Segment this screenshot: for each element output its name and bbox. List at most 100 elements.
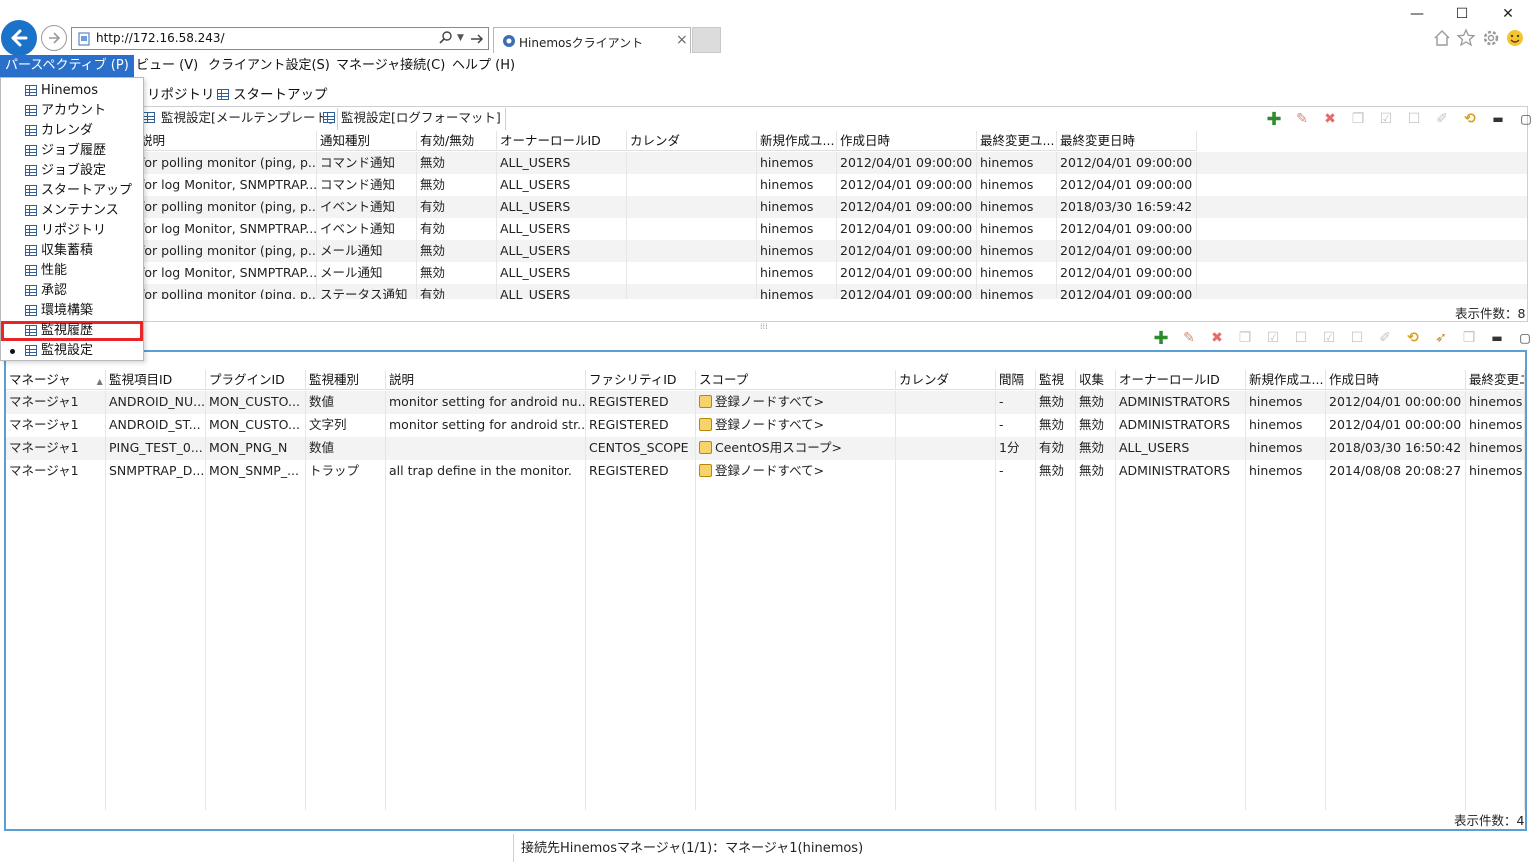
edit-pencil-icon[interactable]: ✎ — [1293, 110, 1311, 128]
search-icon[interactable] — [438, 30, 454, 46]
object-privilege-icon[interactable]: ✐ — [1433, 110, 1451, 128]
perspective-menu-item[interactable]: 承認 — [1, 281, 143, 301]
perspective-menu-item[interactable]: 監視設定 — [1, 341, 143, 361]
col-header[interactable]: 収集 — [1076, 370, 1116, 390]
perspective-menu-item[interactable]: リポジトリ — [1, 221, 143, 241]
col-header[interactable]: 説明 — [386, 370, 586, 390]
chevron-down-icon[interactable]: ▼ — [457, 33, 464, 43]
table-cell: for polling monitor (ping, p... — [137, 240, 317, 262]
add-icon[interactable]: ✚ — [1265, 109, 1283, 130]
disable-collect-icon[interactable]: ☐ — [1348, 329, 1366, 347]
perspective-menu-item[interactable]: Hinemos — [1, 81, 143, 101]
perspective-startup[interactable]: スタートアップ — [217, 83, 328, 103]
favorites-star-icon[interactable] — [1456, 28, 1476, 48]
col-header[interactable]: プラグインID — [206, 370, 306, 390]
back-button[interactable] — [1, 20, 37, 56]
table-row[interactable]: _FOR_POLLINGfor polling monitor (ping, p… — [1, 240, 1527, 262]
table-row[interactable]: _FOR_TRAPfor log Monitor, SNMPTRAP...メール… — [1, 262, 1527, 284]
perspective-menu-item[interactable]: アカウント — [1, 101, 143, 121]
col-header[interactable]: ファシリティID — [586, 370, 696, 390]
table-row[interactable]: マネージャ1 ANDROID_ST... MON_CUSTO... 文字列 monito… — [6, 414, 1525, 437]
delete-icon[interactable]: ✖ — [1208, 329, 1226, 347]
perspective-menu-item[interactable]: カレンダ — [1, 121, 143, 141]
col-header[interactable]: 最終変更ユ — [1466, 370, 1525, 390]
menu-help[interactable]: ヘルプ (H) — [447, 55, 520, 77]
enable-monitor-icon[interactable]: ☑ — [1264, 329, 1282, 347]
col-header[interactable]: 最終変更日時 — [1057, 131, 1197, 151]
col-header[interactable]: マネージャ ▲ — [6, 370, 106, 390]
perspective-menu-item[interactable]: 収集蓄積 — [1, 241, 143, 261]
delete-icon[interactable]: ✖ — [1321, 110, 1339, 128]
col-header[interactable]: 新規作成ユ... — [1246, 370, 1326, 390]
col-header[interactable]: スコープ — [696, 370, 896, 390]
col-header[interactable]: 監視項目ID — [106, 370, 206, 390]
col-header[interactable]: カレンダ — [627, 131, 757, 151]
filter-icon[interactable]: ❒ — [1460, 329, 1478, 347]
col-header[interactable]: 最終変更ユ... — [977, 131, 1057, 151]
address-bar[interactable]: http://172.16.58.243/ ▼ — [71, 27, 489, 50]
perspective-menu-item[interactable]: メンテナンス — [1, 201, 143, 221]
browser-tab[interactable]: Hinemosクライアント × — [493, 27, 691, 53]
col-header[interactable]: 有効/無効 — [417, 131, 497, 151]
perspective-menu-item[interactable]: ジョブ履歴 — [1, 141, 143, 161]
copy-icon[interactable]: ❐ — [1349, 110, 1367, 128]
table-row[interactable]: T_FOR_POLLINGfor polling monitor (ping, … — [1, 196, 1527, 218]
menu-perspective[interactable]: パースペクティブ (P) — [0, 55, 134, 77]
table-row[interactable]: マネージャ1 SNMPTRAP_D... MON_SNMP_... トラップ all t… — [6, 460, 1525, 483]
col-header[interactable]: 新規作成ユ... — [757, 131, 837, 151]
enable-check-icon[interactable]: ☑ — [1377, 110, 1395, 128]
tab-log-format[interactable]: 監視設定[ログフォーマット] — [317, 108, 506, 130]
go-arrow-icon[interactable] — [469, 31, 485, 47]
copy-icon[interactable]: ❐ — [1236, 329, 1254, 347]
col-header[interactable]: カレンダ — [896, 370, 996, 390]
col-header[interactable]: 間隔 — [996, 370, 1036, 390]
col-header[interactable]: 監視 — [1036, 370, 1076, 390]
col-header[interactable]: 説明 — [137, 131, 317, 151]
col-header[interactable]: 通知種別 — [317, 131, 417, 151]
refresh-icon[interactable]: ⟲ — [1461, 110, 1479, 128]
smiley-feedback-icon[interactable] — [1505, 28, 1525, 48]
edit-pencil-icon[interactable]: ✎ — [1180, 329, 1198, 347]
gear-icon[interactable] — [1481, 28, 1501, 48]
col-header[interactable]: オーナーロールID — [1116, 370, 1246, 390]
perspective-menu-item[interactable]: スタートアップ — [1, 181, 143, 201]
table-row[interactable]: マネージャ1 ANDROID_NU... MON_CUSTO... 数値 monitor… — [6, 391, 1525, 414]
disable-monitor-icon[interactable]: ☐ — [1292, 329, 1310, 347]
col-header[interactable]: 作成日時 — [837, 131, 977, 151]
menu-view[interactable]: ビュー (V) — [131, 55, 203, 77]
minimize-view-icon[interactable]: ▬ — [1488, 329, 1506, 347]
perspective-menu-item[interactable]: 性能 — [1, 261, 143, 281]
maximize-view-icon[interactable]: ▢ — [1517, 110, 1531, 128]
maximize-button[interactable]: ☐ — [1452, 4, 1472, 24]
table-cell: hinemos — [757, 240, 837, 262]
col-header[interactable]: 監視種別 — [306, 370, 386, 390]
maximize-view-icon[interactable]: ▢ — [1516, 329, 1531, 347]
run-icon[interactable]: ➶ — [1432, 329, 1450, 347]
perspective-menu-item[interactable]: 環境構築 — [1, 301, 143, 321]
table-row[interactable]: US_FOR_POLLINGfor polling monitor (ping,… — [1, 284, 1527, 299]
disable-box-icon[interactable]: ☐ — [1405, 110, 1423, 128]
home-icon[interactable] — [1432, 28, 1452, 48]
col-header[interactable]: 作成日時 — [1326, 370, 1466, 390]
perspective-menu-item[interactable]: 監視履歴 — [1, 321, 143, 341]
perspective-menu-item[interactable]: ジョブ設定 — [1, 161, 143, 181]
tab-mail-template[interactable]: 監視設定[メールテンプレート] — [137, 108, 338, 130]
col-header[interactable]: オーナーロールID — [497, 131, 627, 151]
minimize-button[interactable]: — — [1407, 4, 1427, 24]
object-privilege-icon[interactable]: ✐ — [1376, 329, 1394, 347]
enable-collect-icon[interactable]: ☑ — [1320, 329, 1338, 347]
forward-button[interactable] — [41, 25, 67, 51]
add-icon[interactable]: ✚ — [1152, 328, 1170, 349]
address-text[interactable]: http://172.16.58.243/ — [96, 31, 225, 45]
table-row[interactable]: マネージャ1 PING_TEST_0... MON_PNG_N 数値 CENTOS_SC… — [6, 437, 1525, 460]
menu-client-settings[interactable]: クライアント設定(S) — [203, 55, 335, 77]
table-row[interactable]: IAND_FOR_TRAPfor log Monitor, SNMPTRAP..… — [1, 174, 1527, 196]
refresh-icon[interactable]: ⟲ — [1404, 329, 1422, 347]
table-row[interactable]: IAND_FOR_POLLINGfor polling monitor (pin… — [1, 152, 1527, 174]
new-tab-button[interactable] — [692, 27, 721, 53]
table-row[interactable]: T_FOR_TRAPfor log Monitor, SNMPTRAP...イベ… — [1, 218, 1527, 240]
close-tab-icon[interactable]: × — [676, 32, 688, 48]
minimize-view-icon[interactable]: ▬ — [1489, 110, 1507, 128]
menu-manager-connection[interactable]: マネージャ接続(C) — [331, 55, 450, 77]
close-window-button[interactable]: ✕ — [1498, 4, 1518, 24]
